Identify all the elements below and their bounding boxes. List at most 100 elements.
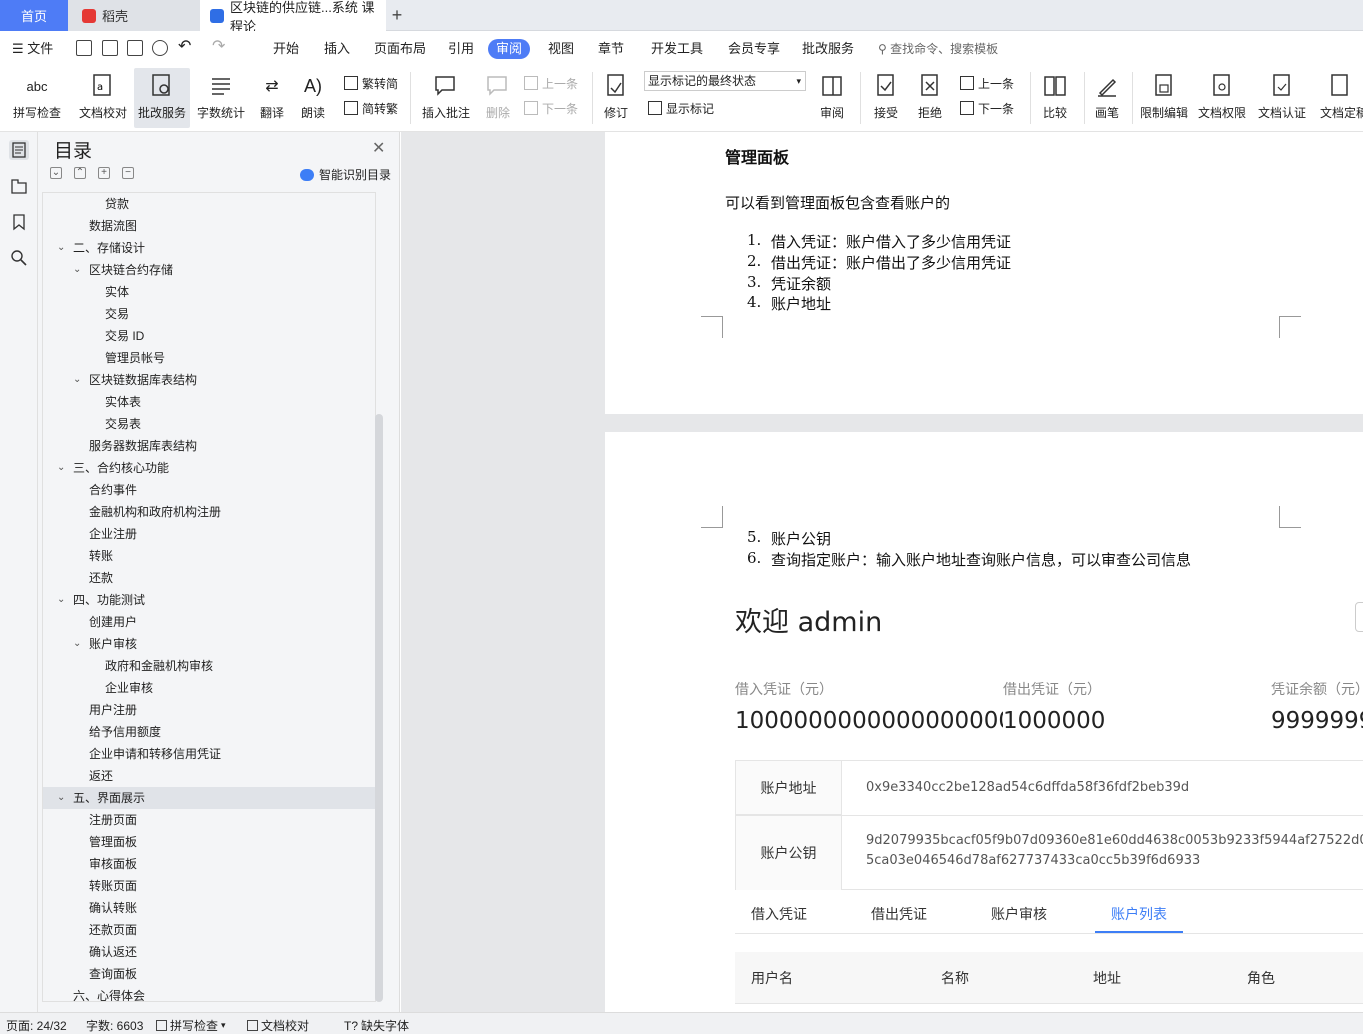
toc-item[interactable]: 返还 bbox=[43, 765, 375, 787]
translate-button[interactable]: ⇄ 翻译 bbox=[254, 68, 290, 128]
remove-heading-icon[interactable]: − bbox=[122, 167, 134, 179]
menu-member[interactable]: 会员专享 bbox=[728, 39, 780, 59]
menu-reference[interactable]: 引用 bbox=[448, 39, 474, 59]
toc-item[interactable]: 管理员帐号 bbox=[43, 347, 375, 369]
new-tab-button[interactable]: + bbox=[388, 0, 406, 31]
toc-item[interactable]: ⌄ 二、存储设计 bbox=[43, 237, 375, 259]
toc-item[interactable]: 还款页面 bbox=[43, 919, 375, 941]
toc-item[interactable]: 数据流图 bbox=[43, 215, 375, 237]
export-icon[interactable] bbox=[102, 40, 118, 56]
outline-icon[interactable] bbox=[9, 176, 29, 196]
toc-item[interactable]: 金融机构和政府机构注册 bbox=[43, 501, 375, 523]
toc-item[interactable]: ⌄ 区块链合约存储 bbox=[43, 259, 375, 281]
toc-item[interactable]: 企业审核 bbox=[43, 677, 375, 699]
toc-item[interactable]: 服务器数据库表结构 bbox=[43, 435, 375, 457]
mark-state-select[interactable]: 显示标记的最终状态 ▾ bbox=[644, 71, 806, 91]
toc-item[interactable]: 注册页面 bbox=[43, 809, 375, 831]
menu-review-service[interactable]: 批改服务 bbox=[802, 39, 854, 59]
chevron-down-icon[interactable]: ⌄ bbox=[73, 369, 81, 391]
chevron-down-icon[interactable]: ⌄ bbox=[57, 589, 65, 611]
smart-toc-button[interactable]: 智能识别目录 bbox=[300, 166, 391, 183]
toc-item[interactable]: 合约事件 bbox=[43, 479, 375, 501]
tab-home[interactable]: 首页 bbox=[0, 0, 68, 31]
next-change-button[interactable]: 下一条 bbox=[960, 99, 1014, 117]
undo-icon[interactable]: ↶ bbox=[178, 37, 191, 57]
doc-final-button[interactable]: 文档定稿 bbox=[1316, 68, 1363, 128]
word-count-button[interactable]: 字数统计 bbox=[194, 68, 248, 128]
bookmark-icon[interactable] bbox=[9, 212, 29, 232]
find-icon[interactable] bbox=[9, 248, 29, 268]
menu-page-layout[interactable]: 页面布局 bbox=[374, 39, 426, 59]
review-service-button[interactable]: 批改服务 bbox=[134, 68, 190, 128]
toc-item[interactable]: 政府和金融机构审核 bbox=[43, 655, 375, 677]
chevron-down-icon[interactable]: ⌄ bbox=[57, 457, 65, 479]
tab-daoke[interactable]: 稻壳 bbox=[68, 0, 200, 31]
toc-item[interactable]: 查询面板 bbox=[43, 963, 375, 985]
doc-permission-button[interactable]: 文档权限 bbox=[1196, 68, 1248, 128]
reject-button[interactable]: 拒绝 bbox=[912, 68, 948, 128]
toc-item[interactable]: 创建用户 bbox=[43, 611, 375, 633]
toc-item[interactable]: 企业申请和转移信用凭证 bbox=[43, 743, 375, 765]
toc-item[interactable]: 还款 bbox=[43, 567, 375, 589]
menu-view[interactable]: 视图 bbox=[548, 39, 574, 59]
close-icon[interactable]: ✕ bbox=[372, 138, 385, 158]
toc-item[interactable]: ⌄ 四、功能测试 bbox=[43, 589, 375, 611]
redo-icon[interactable]: ↷ bbox=[212, 37, 225, 57]
show-marks-button[interactable]: 显示标记 bbox=[648, 99, 714, 117]
restrict-edit-button[interactable]: 限制编辑 bbox=[1138, 68, 1190, 128]
accept-button[interactable]: 接受 bbox=[868, 68, 904, 128]
toc-item[interactable]: ⌄ 三、合约核心功能 bbox=[43, 457, 375, 479]
toc-item[interactable]: 转账页面 bbox=[43, 875, 375, 897]
toc-item[interactable]: 交易 bbox=[43, 303, 375, 325]
toc-item[interactable]: 确认返还 bbox=[43, 941, 375, 963]
toc-item[interactable]: ⌄ 区块链数据库表结构 bbox=[43, 369, 375, 391]
toc-item[interactable]: 交易表 bbox=[43, 413, 375, 435]
trad-to-simp-button[interactable]: 繁转简 bbox=[344, 74, 398, 92]
menu-start[interactable]: 开始 bbox=[273, 39, 299, 59]
print-icon[interactable] bbox=[127, 40, 143, 56]
toc-item[interactable]: 实体 bbox=[43, 281, 375, 303]
menu-review[interactable]: 审阅 bbox=[488, 39, 531, 59]
toc-item[interactable]: 实体表 bbox=[43, 391, 375, 413]
preview-icon[interactable] bbox=[152, 40, 168, 56]
doc-auth-button[interactable]: 文档认证 bbox=[1256, 68, 1308, 128]
toc-scrollbar[interactable] bbox=[375, 414, 383, 1002]
menu-chapter[interactable]: 章节 bbox=[598, 39, 624, 59]
chevron-down-icon[interactable]: ⌄ bbox=[57, 787, 65, 809]
prev-change-button[interactable]: 上一条 bbox=[960, 74, 1014, 92]
spellcheck-button[interactable]: abc 拼写检查 bbox=[6, 68, 68, 128]
file-menu[interactable]: ☰ 文件 bbox=[12, 39, 53, 59]
toc-panel-icon[interactable] bbox=[9, 140, 29, 160]
status-missing-font[interactable]: T? 缺失字体 bbox=[344, 1017, 409, 1034]
track-changes-button[interactable]: 修订 bbox=[598, 68, 634, 128]
toc-item[interactable]: ⌄ 账户审核 bbox=[43, 633, 375, 655]
menu-dev-tools[interactable]: 开发工具 bbox=[651, 39, 703, 59]
delete-comment-button[interactable]: 删除 bbox=[478, 68, 518, 128]
chevron-down-icon[interactable]: ⌄ bbox=[73, 259, 81, 281]
toc-item[interactable]: 用户注册 bbox=[43, 699, 375, 721]
toc-item[interactable]: 转账 bbox=[43, 545, 375, 567]
toc-item[interactable]: 管理面板 bbox=[43, 831, 375, 853]
tab-document[interactable]: 区块链的供应链...系统 课程论 bbox=[200, 0, 386, 34]
insert-comment-button[interactable]: 插入批注 bbox=[418, 68, 474, 128]
prev-comment-button[interactable]: 上一条 bbox=[524, 74, 578, 92]
expand-up-icon[interactable]: ⌃ bbox=[74, 167, 86, 179]
toc-item[interactable]: ⌄ 五、界面展示 bbox=[43, 787, 375, 809]
toc-item[interactable]: 确认转账 bbox=[43, 897, 375, 919]
pen-button[interactable]: 画笔 bbox=[1090, 68, 1124, 128]
compare-button[interactable]: 比较 bbox=[1036, 68, 1074, 128]
simp-to-trad-button[interactable]: 简转繁 bbox=[344, 99, 398, 117]
add-heading-icon[interactable]: + bbox=[98, 167, 110, 179]
toc-item[interactable]: 贷款 bbox=[43, 193, 375, 215]
toc-item[interactable]: 企业注册 bbox=[43, 523, 375, 545]
chevron-down-icon[interactable]: ⌄ bbox=[57, 237, 65, 259]
read-aloud-button[interactable]: A) 朗读 bbox=[298, 68, 328, 128]
save-icon[interactable] bbox=[76, 40, 92, 56]
collapse-all-icon[interactable]: ⌄ bbox=[50, 167, 62, 179]
toc-item[interactable]: 交易 ID bbox=[43, 325, 375, 347]
doc-check-button[interactable]: a 文档校对 bbox=[74, 68, 132, 128]
toc-item[interactable]: 给予信用额度 bbox=[43, 721, 375, 743]
status-doccheck[interactable]: 文档校对 bbox=[247, 1017, 309, 1034]
review-pane-button[interactable]: 审阅 bbox=[814, 68, 850, 128]
page-indicator[interactable]: 页面: 24/32 bbox=[6, 1017, 67, 1034]
